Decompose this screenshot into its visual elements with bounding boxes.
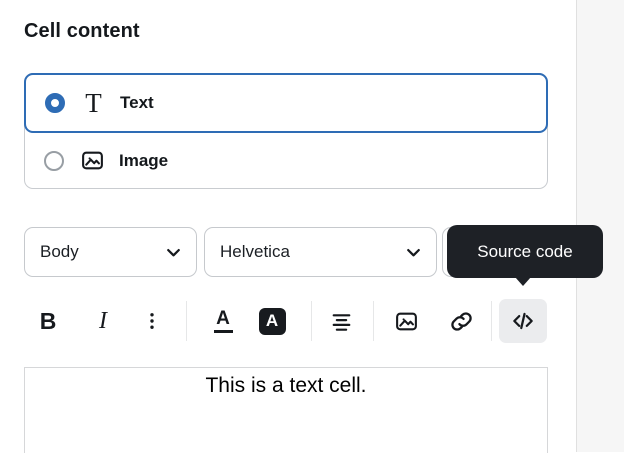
image-icon: [79, 148, 106, 173]
toolbar-divider: [186, 301, 187, 341]
bold-icon: B: [40, 308, 57, 335]
fill-color-button[interactable]: A: [250, 299, 294, 343]
paragraph-style-dropdown[interactable]: Body: [24, 227, 197, 277]
cell-type-radio-group: T Text Image: [24, 73, 548, 189]
toolbar-divider: [373, 301, 374, 341]
toolbar-divider: [311, 301, 312, 341]
toolbar-divider: [491, 301, 492, 341]
font-family-dropdown[interactable]: Helvetica: [204, 227, 437, 277]
font-family-value: Helvetica: [220, 242, 290, 262]
cell-type-option-image[interactable]: Image: [25, 133, 547, 188]
tooltip-caret: [515, 277, 531, 286]
chevron-down-icon: [404, 243, 423, 262]
source-code-tooltip: Source code: [447, 225, 603, 278]
cell-type-option-label: Image: [119, 151, 168, 171]
insert-image-button[interactable]: [384, 299, 428, 343]
text-icon: T: [80, 92, 107, 114]
bold-button[interactable]: B: [26, 299, 70, 343]
source-code-button[interactable]: [499, 299, 547, 343]
editor-text: This is a text cell.: [205, 374, 366, 397]
italic-button[interactable]: I: [81, 299, 125, 343]
text-cell-editor[interactable]: This is a text cell.: [24, 367, 548, 453]
chevron-down-icon: [164, 243, 183, 262]
image-icon: [394, 309, 419, 334]
fill-color-icon: A: [259, 308, 286, 335]
source-code-icon: [510, 308, 536, 334]
page-title: Cell content: [24, 20, 140, 43]
cell-type-option-text[interactable]: T Text: [24, 73, 548, 133]
radio-unselected-icon: [44, 151, 64, 171]
more-options-button[interactable]: [130, 299, 174, 343]
formatting-toolbar: B I A A: [26, 299, 547, 343]
vertical-dots-icon: [140, 309, 164, 333]
italic-icon: I: [99, 308, 107, 335]
align-center-button[interactable]: [319, 299, 363, 343]
cell-type-option-label: Text: [120, 93, 154, 113]
link-icon: [449, 309, 474, 334]
insert-link-button[interactable]: [439, 299, 483, 343]
text-color-icon: A: [214, 309, 233, 333]
align-center-icon: [329, 309, 354, 334]
text-color-button[interactable]: A: [201, 299, 245, 343]
tooltip-label: Source code: [477, 242, 572, 262]
paragraph-style-value: Body: [40, 242, 79, 262]
radio-selected-icon: [45, 93, 65, 113]
